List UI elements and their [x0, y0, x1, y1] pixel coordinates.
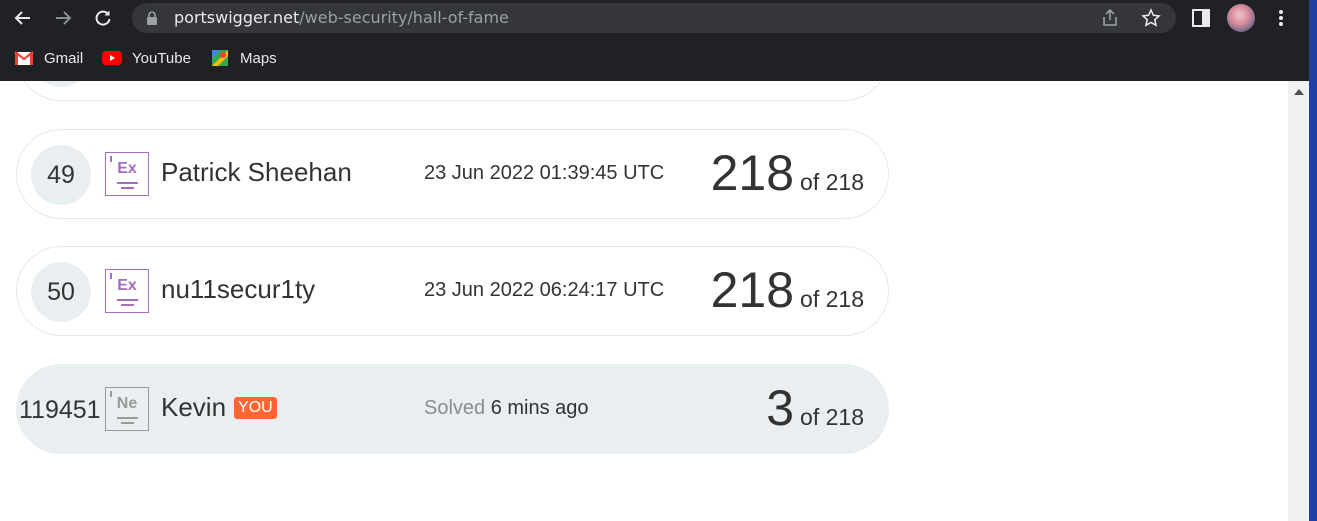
score: 218 of 218	[711, 144, 864, 202]
user-name: Kevin YOU	[161, 392, 277, 423]
gmail-icon	[14, 51, 34, 65]
bookmark-maps[interactable]: Maps	[210, 48, 277, 68]
score-total: of 218	[800, 169, 864, 195]
you-badge: YOU	[234, 397, 277, 419]
current-user-row: 119451 Ne Kevin YOU Solved 6 mins ago 3 o…	[16, 364, 889, 454]
level-badge-icon: Ex	[105, 269, 149, 313]
score: 218 of 218	[711, 261, 864, 319]
scroll-up-arrow-icon[interactable]	[1294, 89, 1304, 95]
user-name: nu11secur1ty	[161, 274, 316, 304]
leaderboard-row: 50 Ex nu11secur1ty 23 Jun 2022 06:24:17 …	[16, 246, 889, 336]
score: 3 of 218	[766, 379, 864, 437]
completion-time: 23 Jun 2022 06:24:17 UTC	[424, 279, 665, 301]
arrow-left-icon	[14, 11, 30, 25]
forward-button[interactable]	[49, 4, 77, 32]
score-value: 218	[710, 262, 795, 318]
solved-status: Solved 6 mins ago	[424, 397, 589, 419]
bookmark-youtube[interactable]: YouTube	[102, 48, 191, 68]
bookmarks-bar: Gmail YouTube Maps	[0, 36, 1309, 81]
vertical-scrollbar[interactable]	[1288, 81, 1309, 521]
bookmark-gmail[interactable]: Gmail	[14, 48, 83, 68]
more-vert-icon	[1279, 10, 1283, 26]
side-panel-button[interactable]	[1189, 6, 1213, 30]
score-value: 218	[710, 145, 795, 201]
lock-icon	[147, 11, 157, 25]
rank-circle	[31, 81, 91, 87]
youtube-icon	[102, 51, 122, 65]
rank-number: 119451	[19, 395, 101, 424]
address-bar[interactable]: portswigger.net/web-security/hall-of-fam…	[132, 3, 1176, 33]
back-button[interactable]	[9, 4, 37, 32]
browser-toolbar: portswigger.net/web-security/hall-of-fam…	[0, 0, 1309, 36]
leaderboard-row: 49 Ex Patrick Sheehan 23 Jun 2022 01:39:…	[16, 129, 889, 219]
leaderboard-row-partial	[16, 81, 889, 101]
completion-time: 23 Jun 2022 01:39:45 UTC	[424, 162, 665, 184]
score-total: of 218	[800, 286, 864, 312]
url-text: portswigger.net/web-security/hall-of-fam…	[174, 8, 509, 27]
window-edge	[1309, 0, 1317, 521]
arrow-right-icon	[56, 11, 72, 25]
score-total: of 218	[800, 404, 864, 430]
level-badge-icon: Ne	[105, 387, 149, 431]
profile-avatar[interactable]	[1227, 4, 1255, 32]
level-badge-icon: Ex	[105, 152, 149, 196]
share-icon[interactable]	[1100, 8, 1120, 28]
side-panel-icon	[1192, 9, 1210, 27]
rank-number: 49	[31, 145, 91, 205]
rank-number: 50	[31, 262, 91, 322]
reload-icon	[95, 10, 111, 26]
reload-button[interactable]	[89, 4, 117, 32]
hall-of-fame-page: 49 Ex Patrick Sheehan 23 Jun 2022 01:39:…	[0, 81, 1288, 521]
menu-button[interactable]	[1269, 6, 1293, 30]
user-name: Patrick Sheehan	[161, 157, 352, 187]
score-value: 3	[766, 380, 795, 436]
maps-icon	[212, 50, 228, 66]
star-icon[interactable]	[1141, 8, 1161, 28]
